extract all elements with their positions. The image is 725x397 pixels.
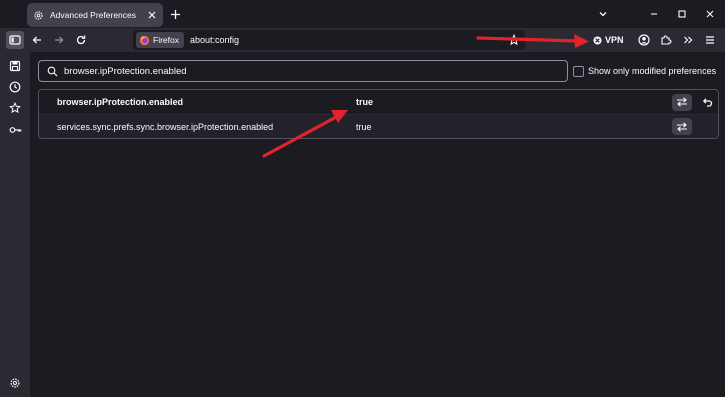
gear-icon — [33, 10, 44, 21]
minimize-icon — [651, 13, 657, 15]
history-icon — [9, 81, 21, 93]
minimize-button[interactable] — [646, 6, 662, 22]
vpn-status-icon — [593, 35, 602, 45]
sidebar-toggle-button[interactable] — [6, 31, 24, 49]
sidebar-item-bookmarks[interactable] — [8, 101, 22, 115]
tab-advanced-preferences[interactable]: Advanced Preferences — [27, 3, 163, 27]
pref-name: browser.ipProtection.enabled — [57, 97, 184, 107]
close-icon — [706, 10, 714, 18]
show-modified-label: Show only modified preferences — [588, 66, 717, 76]
maximize-icon — [678, 10, 686, 18]
search-input[interactable] — [64, 65, 567, 77]
star-icon — [508, 34, 520, 46]
sidebar-item-history[interactable] — [8, 80, 22, 94]
search-box[interactable] — [38, 60, 568, 82]
pref-value: true — [356, 97, 374, 107]
sidebar-item-save[interactable] — [8, 59, 22, 73]
close-icon[interactable] — [147, 10, 157, 20]
table-row[interactable]: browser.ipProtection.enabled true — [39, 90, 718, 114]
toggle-button[interactable] — [672, 118, 692, 135]
reload-icon — [76, 35, 86, 45]
sidebar-item-passwords[interactable] — [8, 123, 22, 137]
search-icon — [47, 66, 58, 77]
app-menu-button[interactable] — [701, 31, 719, 49]
pref-value: true — [356, 121, 372, 132]
toggle-arrows-icon — [677, 121, 687, 132]
menu-icon — [706, 36, 714, 44]
tab-strip: Advanced Preferences — [0, 0, 725, 28]
undo-icon — [702, 98, 712, 107]
preferences-table: browser.ipProtection.enabled true servic… — [38, 89, 719, 139]
vpn-button[interactable]: VPN — [593, 31, 624, 49]
tab-title: Advanced Preferences — [50, 10, 136, 20]
extensions-icon — [661, 35, 672, 45]
passwords-icon — [9, 127, 21, 133]
vpn-label: VPN — [605, 35, 624, 45]
maximize-button[interactable] — [674, 6, 690, 22]
show-modified-checkbox[interactable] — [573, 65, 584, 77]
show-modified-toggle[interactable]: Show only modified preferences — [573, 64, 716, 78]
nav-toolbar: Firefox about:config VPN — [0, 28, 725, 52]
overflow-chevron-icon — [684, 36, 693, 44]
forward-icon — [55, 36, 64, 44]
bookmark-star-button[interactable] — [507, 33, 521, 47]
forward-button[interactable] — [50, 31, 68, 49]
save-icon — [9, 60, 21, 72]
bookmarks-icon — [9, 102, 21, 114]
about-config-page: Show only modified preferences browser.i… — [30, 52, 725, 397]
settings-icon — [10, 378, 20, 388]
account-icon — [638, 34, 650, 46]
close-window-button[interactable] — [702, 6, 718, 22]
account-button[interactable] — [635, 31, 653, 49]
reload-button[interactable] — [72, 31, 90, 49]
plus-icon — [170, 9, 180, 19]
sidebar-toggle-icon — [9, 35, 21, 45]
toggle-arrows-icon — [677, 97, 687, 107]
identity-box[interactable]: Firefox — [136, 32, 184, 48]
reset-button[interactable] — [699, 94, 715, 110]
sidebar — [0, 52, 30, 397]
pref-name: services.sync.prefs.sync.browser.ipProte… — [57, 121, 274, 132]
overflow-button[interactable] — [679, 31, 697, 49]
table-row[interactable]: services.sync.prefs.sync.browser.ipProte… — [39, 114, 718, 138]
firefox-logo-icon — [139, 35, 150, 46]
url-bar[interactable]: Firefox about:config — [133, 30, 525, 50]
back-icon — [32, 36, 41, 44]
identity-label: Firefox — [153, 35, 179, 45]
new-tab-button[interactable] — [168, 7, 182, 21]
chevron-down-icon — [599, 12, 607, 17]
sidebar-item-settings[interactable] — [8, 376, 22, 390]
back-button[interactable] — [28, 31, 46, 49]
url-text[interactable]: about:config — [190, 35, 239, 45]
list-all-tabs-button[interactable] — [595, 6, 611, 22]
extensions-button[interactable] — [657, 31, 675, 49]
toggle-button[interactable] — [672, 93, 692, 111]
